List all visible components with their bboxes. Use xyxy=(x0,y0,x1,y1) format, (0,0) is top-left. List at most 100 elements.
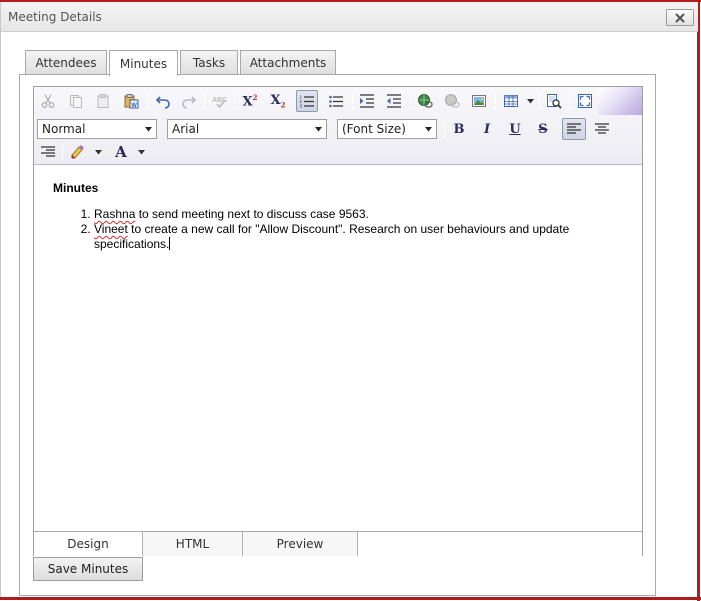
ordered-list-button[interactable]: 123 xyxy=(296,90,318,112)
text-cursor xyxy=(169,237,171,250)
close-icon xyxy=(675,13,685,22)
spell-check-icon: ABC xyxy=(212,97,227,109)
spell-check-button[interactable]: ABC xyxy=(208,90,230,112)
caret-down-icon xyxy=(526,98,534,103)
font-size-value: (Font Size) xyxy=(342,122,406,136)
subscript-icon: X2 xyxy=(270,92,286,110)
align-center-button[interactable] xyxy=(591,118,613,140)
paragraph-format-dropdown[interactable]: Normal xyxy=(37,119,157,139)
toolbar-separator xyxy=(62,143,63,161)
mode-tab-preview[interactable]: Preview xyxy=(243,532,358,556)
align-right-button[interactable] xyxy=(37,141,59,163)
list-item: Vineet to create a new call for "Allow D… xyxy=(94,222,594,252)
paste-icon xyxy=(97,94,109,108)
mode-tab-design[interactable]: Design xyxy=(34,532,143,556)
find-page-icon xyxy=(547,94,562,109)
editor-mode-tabs: Design HTML Preview xyxy=(34,531,642,556)
toolbar-separator xyxy=(569,92,570,110)
globe-unlink-icon xyxy=(445,94,460,108)
tab-attendees[interactable]: Attendees xyxy=(25,50,107,75)
copy-button[interactable] xyxy=(65,90,87,112)
fullscreen-button[interactable] xyxy=(574,90,596,112)
indent-icon xyxy=(360,94,374,108)
remove-link-button[interactable] xyxy=(441,90,463,112)
close-button[interactable] xyxy=(666,9,694,26)
align-left-icon xyxy=(567,123,581,134)
font-color-dropdown[interactable] xyxy=(137,141,145,163)
minutes-heading: Minutes xyxy=(53,181,99,195)
font-size-dropdown[interactable]: (Font Size) xyxy=(337,119,437,139)
tab-tasks[interactable]: Tasks xyxy=(180,50,238,75)
caret-down-icon xyxy=(145,127,152,132)
table-icon xyxy=(504,95,518,107)
underline-icon: U xyxy=(509,121,521,137)
numbered-list-icon: 123 xyxy=(300,95,314,109)
bold-icon: B xyxy=(453,121,465,137)
outdent-button[interactable] xyxy=(383,90,405,112)
window-frame-bottom xyxy=(0,597,701,600)
item-text: to create a new call for "Allow Discount… xyxy=(94,222,570,251)
superscript-icon: X2 xyxy=(242,92,258,110)
undo-button[interactable] xyxy=(152,90,174,112)
caret-down-icon xyxy=(425,127,432,132)
toolbar-separator xyxy=(410,92,411,110)
toolbar-decoration xyxy=(598,87,642,115)
mode-tab-html[interactable]: HTML xyxy=(143,532,243,556)
toolbar-separator xyxy=(444,120,445,138)
caret-down-icon xyxy=(315,127,322,132)
paste-button[interactable] xyxy=(92,90,114,112)
tab-minutes[interactable]: Minutes xyxy=(109,50,178,76)
paste-from-word-button[interactable]: W xyxy=(120,90,142,112)
insert-image-button[interactable] xyxy=(468,90,490,112)
font-name-value: Arial xyxy=(172,122,200,136)
strikethrough-button[interactable]: S xyxy=(532,118,554,140)
toolbar-separator xyxy=(204,92,205,110)
toolbar-separator xyxy=(352,92,353,110)
scissors-icon xyxy=(41,94,55,108)
unordered-list-button[interactable] xyxy=(325,90,347,112)
svg-text:3: 3 xyxy=(300,104,303,109)
redo-button[interactable] xyxy=(178,90,200,112)
highlighter-icon xyxy=(71,145,84,159)
superscript-button[interactable]: X2 xyxy=(239,90,261,112)
svg-text:W: W xyxy=(131,103,137,109)
align-center-icon xyxy=(595,123,609,134)
align-right-icon xyxy=(41,146,55,157)
editor-content-area[interactable]: Minutes Rashna to send meeting next to d… xyxy=(34,165,642,531)
insert-link-button[interactable] xyxy=(414,90,436,112)
italic-icon: I xyxy=(483,121,491,137)
copy-icon xyxy=(70,95,82,108)
dialog-titlebar: Meeting Details xyxy=(1,2,698,32)
bold-button[interactable]: B xyxy=(448,118,470,140)
bulleted-list-icon xyxy=(329,95,343,108)
caret-down-icon xyxy=(94,149,102,154)
caret-down-icon xyxy=(137,149,145,154)
save-minutes-button[interactable]: Save Minutes xyxy=(33,557,143,581)
table-dropdown-button[interactable] xyxy=(526,90,534,112)
font-name-dropdown[interactable]: Arial xyxy=(167,119,327,139)
font-color-button[interactable]: A xyxy=(110,141,132,163)
tab-attachments[interactable]: Attachments xyxy=(240,50,336,75)
cut-button[interactable] xyxy=(37,90,59,112)
italic-button[interactable]: I xyxy=(476,118,498,140)
highlight-color-button[interactable] xyxy=(66,141,88,163)
minutes-list: Rashna to send meeting next to discuss c… xyxy=(54,207,594,252)
toolbar-separator xyxy=(539,92,540,110)
toolbar-separator xyxy=(234,92,235,110)
outdent-icon xyxy=(387,94,401,108)
subscript-button[interactable]: X2 xyxy=(267,90,289,112)
find-replace-button[interactable] xyxy=(543,90,565,112)
window-frame-right xyxy=(697,0,700,601)
underline-button[interactable]: U xyxy=(504,118,526,140)
item-assignee: Vineet xyxy=(94,222,128,236)
paste-word-icon: W xyxy=(124,94,139,109)
indent-button[interactable] xyxy=(356,90,378,112)
insert-table-button[interactable] xyxy=(500,90,522,112)
expand-icon xyxy=(578,94,592,108)
item-text: to send meeting next to discuss case 956… xyxy=(135,207,369,221)
editor-toolbar: W ABC X2 X2 123 Normal Arial (Font Size)… xyxy=(34,87,642,165)
list-item: Rashna to send meeting next to discuss c… xyxy=(94,207,594,222)
redo-icon xyxy=(182,96,197,109)
highlight-color-dropdown[interactable] xyxy=(94,141,102,163)
align-left-button[interactable] xyxy=(562,118,586,140)
